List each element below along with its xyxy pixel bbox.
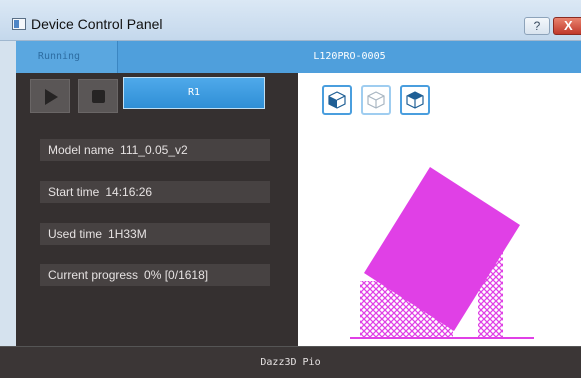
- progress-row: Current progress 0% [0/1618]: [40, 264, 270, 286]
- play-icon: [45, 89, 58, 105]
- status-text: Running: [37, 51, 81, 62]
- help-button[interactable]: ?: [524, 17, 550, 35]
- used-time-row: Used time 1H33M: [40, 223, 270, 245]
- app-window-icon: [12, 18, 26, 30]
- model-name-value: 111_0.05_v2: [120, 143, 188, 157]
- control-panel: R1 Model name 111_0.05_v2 Start time 14:16…: [16, 73, 298, 346]
- play-button[interactable]: [30, 79, 70, 113]
- start-time-value: 14:16:26: [105, 185, 153, 199]
- model-name-row: Model name 111_0.05_v2: [40, 139, 270, 161]
- printed-model-render: [350, 167, 534, 339]
- resin-button[interactable]: R1: [123, 77, 265, 109]
- device-name: L120PRO-0005: [313, 51, 386, 62]
- used-time-value: 1H33M: [108, 227, 147, 241]
- model-name-label: Model name: [48, 143, 115, 157]
- window-title: Device Control Panel: [31, 16, 163, 32]
- stop-icon: [92, 90, 105, 103]
- status-bar: Running L120PRO-0005: [0, 41, 581, 73]
- brand-name: Dazz3D Pio: [260, 357, 321, 368]
- left-edge-strip: [0, 41, 16, 346]
- close-button[interactable]: X: [553, 17, 581, 35]
- stop-button[interactable]: [78, 79, 118, 113]
- start-time-row: Start time 14:16:26: [40, 181, 270, 203]
- progress-value: 0% [0/1618]: [144, 268, 209, 282]
- start-time-label: Start time: [48, 185, 100, 199]
- footer-bar: Dazz3D Pio: [0, 346, 581, 378]
- model-viewport[interactable]: [298, 73, 581, 346]
- status-cell: Running: [0, 41, 118, 73]
- window-titlebar: Device Control Panel ? X: [0, 0, 581, 41]
- progress-label: Current progress: [48, 268, 139, 282]
- used-time-label: Used time: [48, 227, 103, 241]
